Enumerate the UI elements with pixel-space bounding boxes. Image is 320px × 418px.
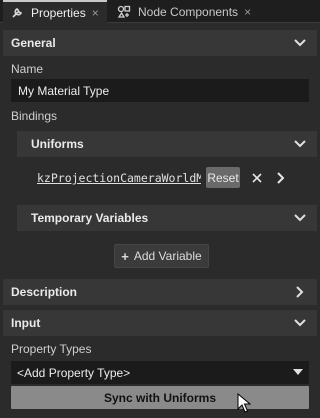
uniforms-title: Uniforms: [31, 137, 84, 151]
remove-uniform-icon[interactable]: [249, 168, 265, 188]
plus-icon: +: [121, 248, 129, 264]
dropdown-arrow-icon: [293, 369, 303, 375]
sync-with-uniforms-button[interactable]: Sync with Uniforms: [11, 386, 309, 409]
add-variable-label: Add Variable: [133, 249, 202, 263]
section-input-title: Input: [11, 316, 41, 330]
reset-button[interactable]: Reset: [206, 167, 240, 188]
temporary-variables-header[interactable]: Temporary Variables: [17, 205, 317, 231]
name-label: Name: [11, 62, 44, 76]
uniform-row: kzProjectionCameraWorldMatrix Reset: [31, 166, 317, 190]
node-components-icon: [116, 4, 132, 20]
chevron-down-icon: [293, 316, 307, 330]
chevron-down-icon: [293, 211, 307, 225]
tab-properties[interactable]: Properties ×: [3, 0, 107, 23]
add-variable-button[interactable]: + Add Variable: [114, 244, 209, 268]
uniforms-header[interactable]: Uniforms: [17, 131, 317, 157]
close-icon[interactable]: ×: [244, 5, 251, 19]
tab-bar: Properties × Node Components ×: [0, 0, 320, 23]
section-general-title: General: [11, 36, 56, 50]
chevron-down-icon: [293, 36, 307, 50]
chevron-right-icon: [293, 285, 307, 299]
close-icon[interactable]: ×: [92, 6, 99, 20]
uniform-name-link[interactable]: kzProjectionCameraWorldMatrix: [31, 168, 201, 188]
mouse-cursor-icon: [237, 393, 251, 413]
property-type-selected: <Add Property Type>: [17, 365, 131, 380]
tab-properties-label: Properties: [31, 5, 86, 20]
chevron-right-icon[interactable]: [273, 168, 289, 188]
tab-node-components-label: Node Components: [138, 4, 239, 19]
bindings-label: Bindings: [11, 109, 58, 123]
name-field[interactable]: My Material Type: [11, 79, 309, 102]
section-general-header[interactable]: General: [3, 30, 317, 56]
temporary-variables-title: Temporary Variables: [31, 211, 149, 225]
tab-node-components[interactable]: Node Components ×: [110, 0, 260, 23]
property-types-label: Property Types: [11, 342, 92, 356]
section-description-title: Description: [11, 285, 78, 299]
chevron-down-icon: [293, 137, 307, 151]
wrench-icon: [9, 5, 25, 21]
section-input-header[interactable]: Input: [3, 310, 317, 336]
property-type-dropdown[interactable]: <Add Property Type>: [11, 361, 309, 384]
section-description-header[interactable]: Description: [3, 279, 317, 305]
